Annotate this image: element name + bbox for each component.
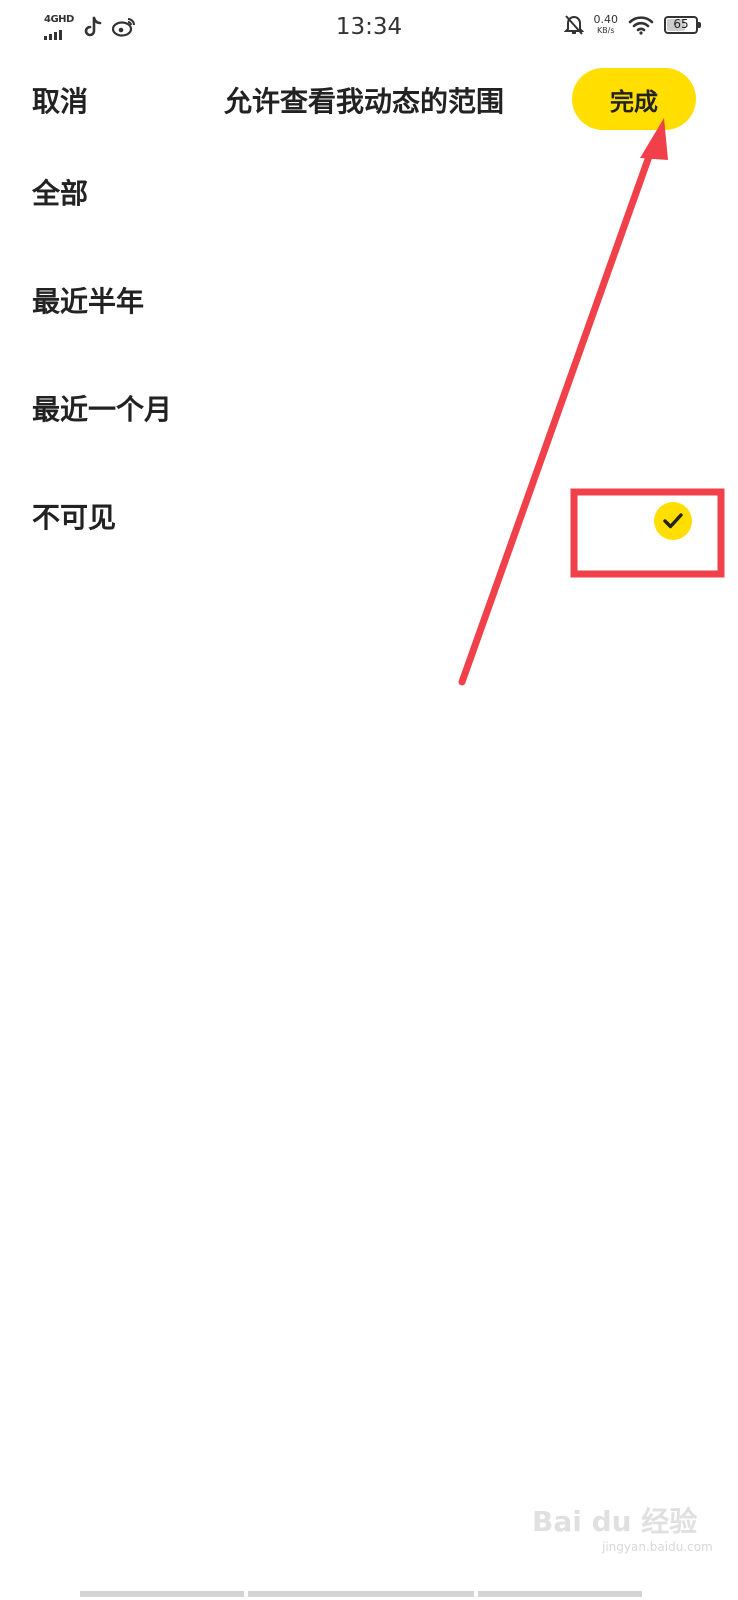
- option-label: 最近半年: [32, 285, 145, 318]
- battery-level: 65: [673, 17, 689, 31]
- visibility-options-list: 全部 最近半年 最近一个月 不可见: [0, 140, 738, 572]
- speed-value: 0.40: [593, 13, 619, 26]
- header: 取消 允许查看我动态的范围 完成: [0, 60, 738, 140]
- status-bar: 4GHD 13:34 0.40 KB/s 65: [0, 0, 738, 60]
- baidu-watermark: Bai du 经验 jingyan.baidu.com: [532, 1500, 713, 1554]
- option-label: 最近一个月: [32, 393, 173, 426]
- status-right-icons: 0.40 KB/s 65: [563, 14, 701, 36]
- option-label: 全部: [32, 177, 89, 210]
- option-invisible[interactable]: 不可见: [0, 464, 738, 572]
- bottom-divider: [80, 1591, 642, 1597]
- wifi-icon: [628, 16, 654, 35]
- watermark-url: jingyan.baidu.com: [602, 1540, 713, 1554]
- speed-unit: KB/s: [596, 26, 615, 35]
- done-button[interactable]: 完成: [572, 68, 696, 130]
- option-all[interactable]: 全部: [0, 140, 738, 248]
- bell-off-icon: [563, 15, 584, 35]
- watermark-logo: Bai du 经验: [532, 1505, 698, 1538]
- selected-check-icon: [654, 502, 692, 540]
- network-speed: 0.40 KB/s: [594, 14, 619, 36]
- battery-icon: 65: [664, 16, 701, 34]
- option-label: 不可见: [32, 501, 117, 534]
- option-one-month[interactable]: 最近一个月: [0, 356, 738, 464]
- option-half-year[interactable]: 最近半年: [0, 248, 738, 356]
